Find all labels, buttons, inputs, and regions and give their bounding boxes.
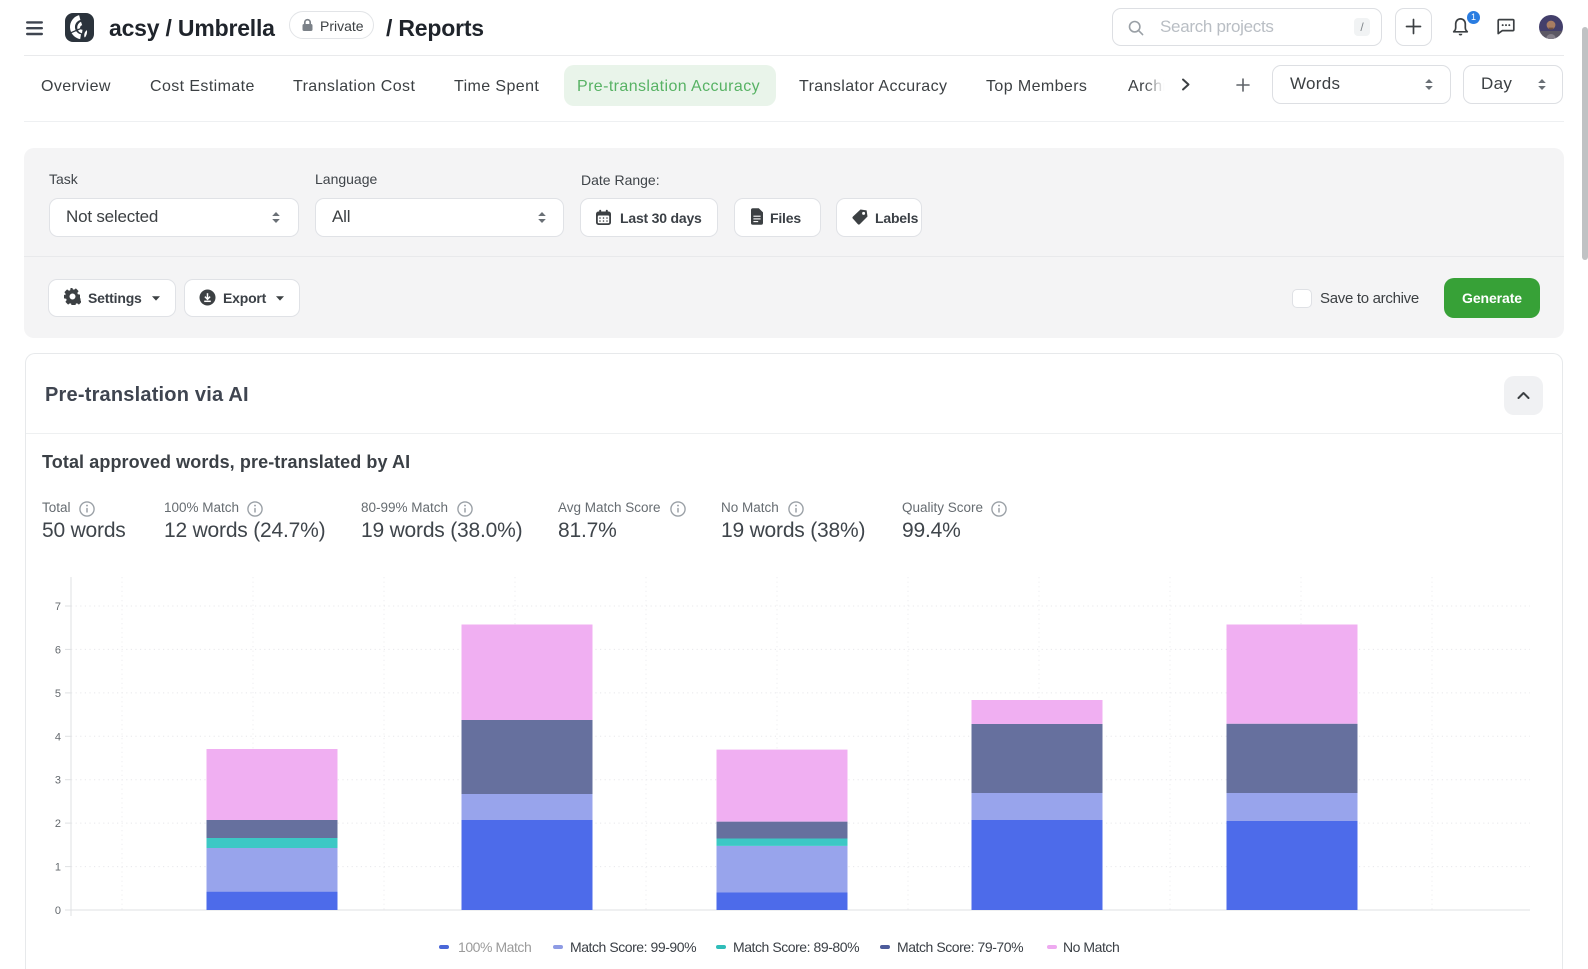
- svg-text:2: 2: [55, 818, 61, 830]
- svg-text:5: 5: [55, 688, 61, 700]
- svg-text:4: 4: [55, 731, 61, 743]
- svg-text:1: 1: [55, 862, 61, 874]
- svg-text:3: 3: [55, 775, 61, 787]
- svg-text:7: 7: [55, 601, 61, 613]
- svg-text:6: 6: [55, 644, 61, 656]
- svg-text:0: 0: [55, 905, 61, 917]
